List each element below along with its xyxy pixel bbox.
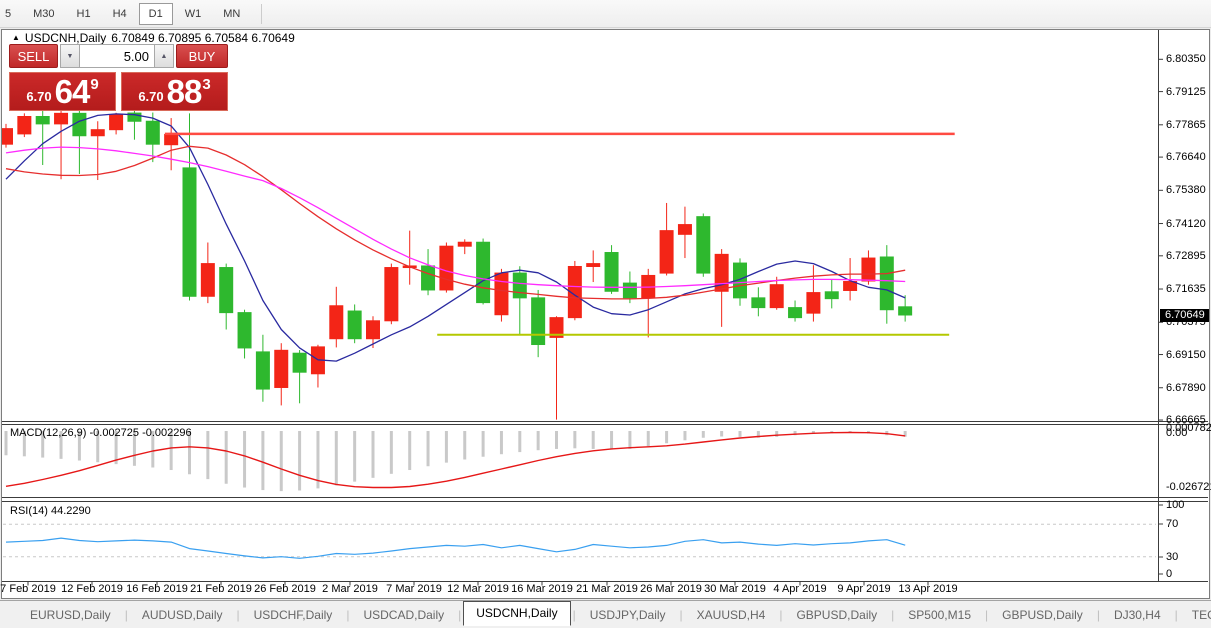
price-axis-tick: 6.72895: [1166, 249, 1206, 262]
timeframe-button-mn[interactable]: MN: [213, 3, 250, 25]
timeframe-button-h1[interactable]: H1: [67, 3, 101, 25]
chart-tabs-bar: EURUSD,Daily | AUDUSD,Daily | USDCHF,Daily | U…: [0, 600, 1211, 628]
chart-tab-usdcnh-daily[interactable]: USDCNH,Daily: [463, 600, 571, 626]
date-axis-tick: 16 Mar 2019: [511, 583, 573, 595]
price-axis-tick: 6.71635: [1166, 283, 1206, 296]
chart-tab-gbpusd-daily[interactable]: GBPUSD,Daily: [990, 605, 1095, 625]
timeframe-button-d1[interactable]: D1: [138, 2, 173, 25]
tab-divider: |: [985, 607, 989, 622]
price-axis-tick: 6.67890: [1166, 381, 1206, 394]
date-axis-tick: 12 Feb 2019: [61, 583, 123, 595]
sell-price-prefix: 6.70: [26, 89, 52, 104]
timeframe-button-w1[interactable]: W1: [175, 3, 212, 25]
chart-tab-gbpusd-daily[interactable]: GBPUSD,Daily: [784, 605, 889, 625]
macd-axis-zero-label: 0.00: [1166, 427, 1188, 439]
chart-tab-xauusd-h4[interactable]: XAUUSD,H4: [685, 605, 778, 625]
date-axis-tick: 7 Feb 2019: [0, 583, 56, 595]
current-price-tag: 6.70649: [1160, 309, 1209, 323]
date-axis-tick: 30 Mar 2019: [704, 583, 766, 595]
date-axis-tick: 21 Feb 2019: [190, 583, 252, 595]
one-click-trading-panel: SELL ▼ ▲ BUY 6.70 64 9 6.70 88 3: [9, 44, 228, 111]
date-axis-tick: 21 Mar 2019: [576, 583, 638, 595]
symbol-triangle-icon: ▲: [12, 32, 20, 42]
chart-tab-usdjpy-daily[interactable]: USDJPY,Daily: [578, 605, 678, 625]
date-axis-tick: 26 Feb 2019: [254, 583, 316, 595]
tab-divider: |: [1174, 607, 1178, 622]
tab-divider: |: [679, 607, 683, 622]
date-axis-tick: 4 Apr 2019: [773, 583, 827, 595]
date-axis-tick: 12 Mar 2019: [447, 583, 509, 595]
tab-divider: |: [779, 607, 783, 622]
macd-axis-bottom-label: -0.026721: [1166, 481, 1211, 493]
volume-increase-button[interactable]: ▲: [154, 44, 174, 68]
sell-price-display[interactable]: 6.70 64 9: [9, 72, 116, 111]
buy-price-big: 88: [166, 73, 203, 110]
volume-stepper: ▼ ▲: [60, 44, 174, 68]
rsi-axis-tick: 100: [1166, 499, 1185, 511]
tab-divider: |: [1096, 607, 1100, 622]
chevron-down-icon: ▼: [66, 52, 74, 60]
chart-ohlc-values: 6.70849 6.70895 6.70584 6.70649: [111, 31, 295, 45]
sell-price-sup: 9: [90, 76, 99, 93]
volume-input[interactable]: [80, 44, 154, 68]
rsi-name: RSI(14): [10, 505, 48, 517]
buy-price-prefix: 6.70: [138, 89, 164, 104]
chart-title: ▲ USDCNH,Daily 6.70849 6.70895 6.70584 6…: [12, 31, 295, 45]
timeframe-button-5[interactable]: 5: [0, 3, 21, 25]
macd-values: -0.002725 -0.002296: [89, 427, 192, 439]
price-axis-tick: 6.75380: [1166, 184, 1206, 197]
rsi-axis-tick: 0: [1166, 568, 1173, 580]
chart-tab-eurusd-daily[interactable]: EURUSD,Daily: [18, 605, 123, 625]
price-axis-tick: 6.76640: [1166, 151, 1206, 164]
rsi-indicator-label: RSI(14) 44.2290: [10, 505, 91, 517]
rsi-value: 44.2290: [50, 505, 91, 517]
chart-tab-sp500-m15[interactable]: SP500,M15: [896, 605, 983, 625]
tab-divider: |: [458, 607, 462, 622]
price-axis-tick: 6.79125: [1166, 85, 1206, 98]
timeframe-toolbar: 5 M30 H1 H4 D1 W1 MN: [0, 0, 1211, 28]
price-axis-tick: 6.80350: [1166, 53, 1206, 66]
chart-tab-usdchf-daily[interactable]: USDCHF,Daily: [242, 605, 345, 625]
sell-price-big: 64: [54, 73, 91, 110]
rsi-axis-tick: 70: [1166, 518, 1179, 530]
tab-divider: |: [891, 607, 895, 622]
date-axis-tick: 7 Mar 2019: [386, 583, 442, 595]
chart-tab-tech100-h1[interactable]: TECH100,H1: [1180, 605, 1211, 625]
tab-divider: |: [572, 607, 576, 622]
tab-divider: |: [124, 607, 128, 622]
date-axis-tick: 2 Mar 2019: [322, 583, 378, 595]
buy-price-sup: 3: [202, 76, 211, 93]
sell-button[interactable]: SELL: [9, 44, 58, 68]
date-axis-tick: 16 Feb 2019: [126, 583, 188, 595]
price-axis-tick: 6.77865: [1166, 118, 1206, 131]
price-axis-tick: 6.69150: [1166, 348, 1206, 361]
price-axis-tick: 6.74120: [1166, 217, 1206, 230]
macd-name: MACD(12,26,9): [10, 427, 87, 439]
trading-terminal-window: 5 M30 H1 H4 D1 W1 MN ▲ USDCNH,Daily 6.70849 6.…: [0, 0, 1211, 628]
toolbar-separator: [261, 3, 263, 24]
volume-decrease-button[interactable]: ▼: [60, 44, 80, 68]
macd-indicator-label: MACD(12,26,9) -0.002725 -0.002296: [10, 427, 192, 439]
chart-symbol-label: USDCNH,Daily: [24, 31, 107, 45]
buy-price-display[interactable]: 6.70 88 3: [121, 72, 228, 111]
chart-tab-dj30-h4[interactable]: DJ30,H4: [1102, 605, 1173, 625]
buy-button[interactable]: BUY: [176, 44, 228, 68]
rsi-axis-tick: 30: [1166, 551, 1179, 563]
chevron-up-icon: ▲: [160, 52, 168, 60]
chart-tab-usdcad-daily[interactable]: USDCAD,Daily: [351, 605, 456, 625]
date-axis-tick: 13 Apr 2019: [898, 583, 958, 595]
timeframe-button-h4[interactable]: H4: [103, 3, 137, 25]
chart-tab-audusd-daily[interactable]: AUDUSD,Daily: [130, 605, 235, 625]
date-axis-tick: 9 Apr 2019: [837, 583, 891, 595]
date-axis-tick: 26 Mar 2019: [640, 583, 702, 595]
timeframe-button-m30[interactable]: M30: [23, 3, 64, 25]
chart-canvas[interactable]: [2, 30, 1208, 598]
tab-divider: |: [346, 607, 350, 622]
tab-divider: |: [236, 607, 240, 622]
